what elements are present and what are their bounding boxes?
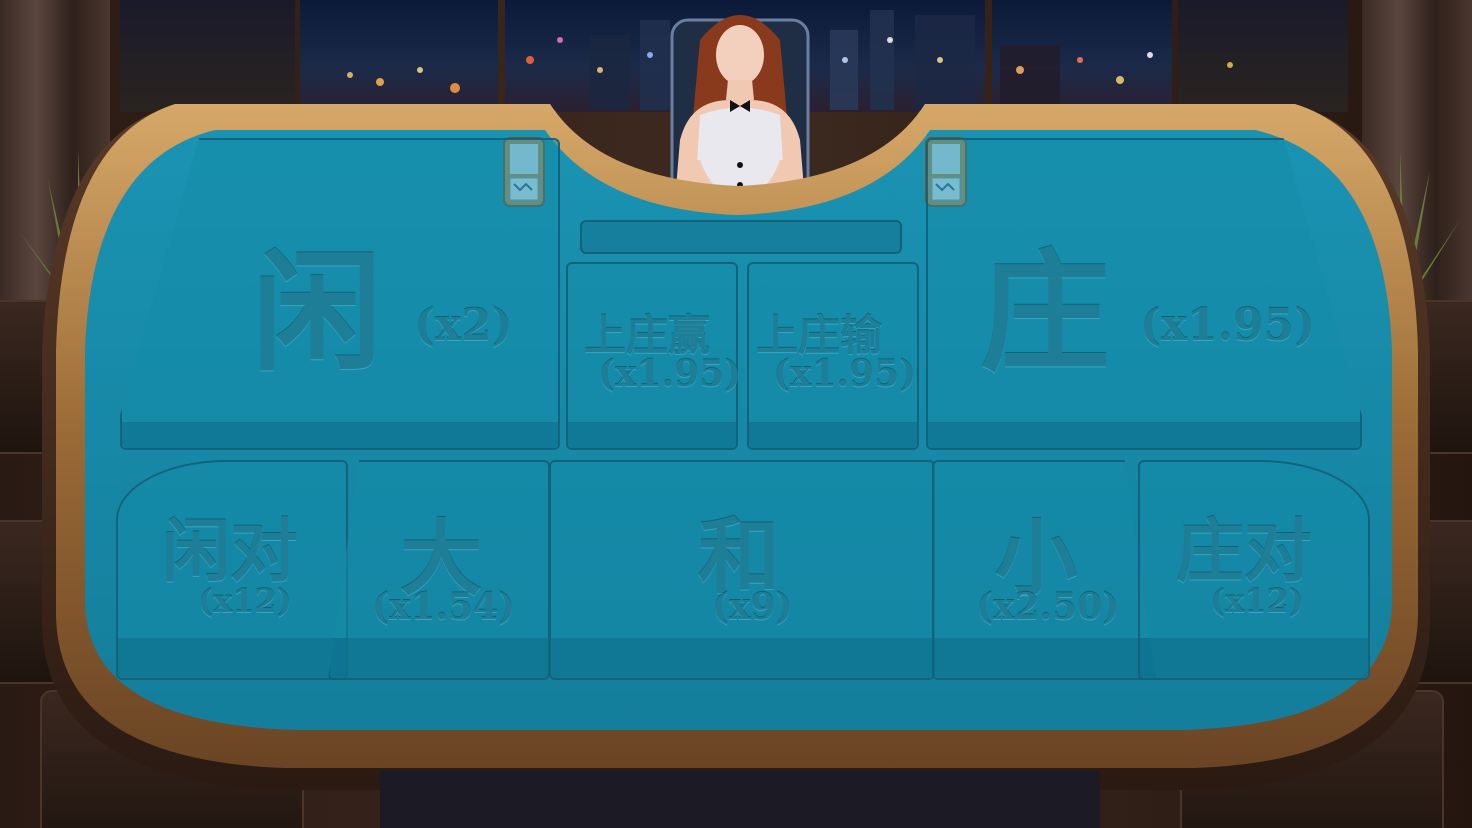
bet-area-shade — [1140, 638, 1368, 678]
player-pair-label: 闲对 — [162, 512, 299, 592]
player-odds: (x2) — [414, 300, 513, 351]
big-odds: (x1.54) — [372, 586, 516, 628]
bet-area-shade — [934, 638, 1154, 678]
tie-odds: (x9) — [712, 586, 793, 628]
bet-area-shade — [330, 638, 548, 678]
small-odds: (x2.50) — [976, 586, 1120, 628]
bet-area-shade — [118, 638, 346, 678]
bet-area-shade — [122, 422, 558, 448]
banker-lose-odds: (x1.95) — [773, 353, 917, 395]
baccarat-scene: 闲 (x2) 上庄赢 (x1.95) 上庄输 (x1.95) 庄 (x1.95)… — [0, 0, 1472, 828]
banker-odds: (x1.95) — [1140, 300, 1316, 351]
banker-pair-odds: (x12) — [1210, 582, 1304, 620]
banker-status-bar — [580, 220, 902, 254]
bet-area-shade — [749, 422, 917, 448]
player-label: 闲 — [252, 236, 383, 389]
bet-area-shade — [928, 422, 1360, 448]
player-pair-odds: (x12) — [198, 582, 292, 620]
banker-win-odds: (x1.95) — [598, 353, 742, 395]
banker-pair-label: 庄对 — [1176, 512, 1313, 592]
bet-area-shade — [568, 422, 736, 448]
banker-label: 庄 — [980, 236, 1111, 389]
bet-area-shade — [551, 638, 933, 678]
